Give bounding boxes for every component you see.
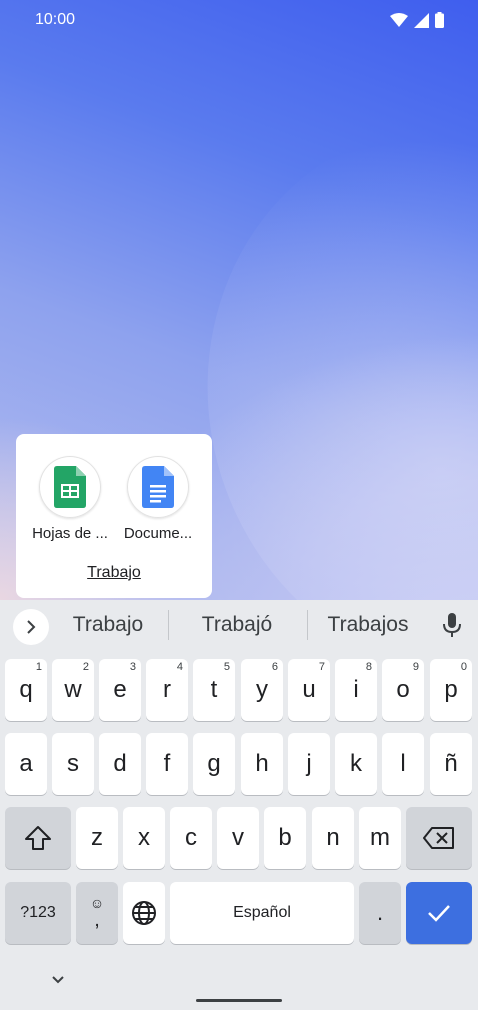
key-enye[interactable]: ñ <box>430 733 472 795</box>
checkmark-icon <box>428 905 450 922</box>
key-label: i <box>353 676 359 703</box>
cellular-signal-icon <box>414 12 429 28</box>
key-n[interactable]: n <box>312 807 354 869</box>
status-time: 10:00 <box>35 11 76 28</box>
key-s[interactable]: s <box>52 733 94 795</box>
key-label: w <box>64 676 82 703</box>
suggestion-2[interactable]: Trabajó <box>187 613 287 637</box>
key-d[interactable]: d <box>99 733 141 795</box>
chevron-right-icon <box>27 620 36 634</box>
key-o[interactable]: 9o <box>382 659 424 721</box>
key-label: o <box>396 676 410 703</box>
google-docs-icon <box>142 466 174 508</box>
key-a[interactable]: a <box>5 733 47 795</box>
backspace-key[interactable] <box>406 807 472 869</box>
folder-name-field[interactable]: Trabajo <box>16 564 212 582</box>
language-key[interactable] <box>123 882 165 944</box>
key-label: u <box>302 676 316 703</box>
expand-toolbar-button[interactable] <box>13 609 49 645</box>
key-hint: 0 <box>460 661 467 673</box>
emoji-icon: ☺ <box>89 895 105 911</box>
key-u[interactable]: 7u <box>288 659 330 721</box>
key-label: t <box>210 676 218 703</box>
key-r[interactable]: 4r <box>146 659 188 721</box>
period-key[interactable]: . <box>359 882 401 944</box>
emoji-comma-key[interactable]: ☺ , <box>76 882 118 944</box>
app-label-sheets: Hojas de ... <box>32 525 108 542</box>
key-hint: 3 <box>129 661 136 673</box>
key-c[interactable]: c <box>170 807 212 869</box>
voice-input-button[interactable] <box>441 612 463 643</box>
comma-label: , <box>94 909 100 931</box>
suggestion-3[interactable]: Trabajos <box>318 613 418 637</box>
key-l[interactable]: l <box>382 733 424 795</box>
key-v[interactable]: v <box>217 807 259 869</box>
app-google-sheets[interactable]: Hojas de ... <box>26 456 114 542</box>
suggestion-divider <box>307 610 308 640</box>
key-hint: 2 <box>82 661 89 673</box>
key-e[interactable]: 3e <box>99 659 141 721</box>
suggestion-bar: Trabajo Trabajó Trabajos <box>0 600 478 652</box>
key-hint: 9 <box>412 661 419 673</box>
globe-icon <box>132 901 156 925</box>
key-hint: 4 <box>176 661 183 673</box>
key-label: y <box>256 676 268 703</box>
key-i[interactable]: 8i <box>335 659 377 721</box>
key-g[interactable]: g <box>193 733 235 795</box>
suggestion-divider <box>168 610 169 640</box>
keyboard: Trabajo Trabajó Trabajos 1q 2w 3e 4r 5t … <box>0 600 478 1010</box>
microphone-icon <box>443 613 461 637</box>
key-w[interactable]: 2w <box>52 659 94 721</box>
symbols-key[interactable]: ?123 <box>5 882 71 944</box>
key-k[interactable]: k <box>335 733 377 795</box>
key-b[interactable]: b <box>264 807 306 869</box>
key-f[interactable]: f <box>146 733 188 795</box>
app-google-docs[interactable]: Docume... <box>114 456 202 542</box>
google-sheets-icon <box>54 466 86 508</box>
shift-icon <box>25 826 51 850</box>
backspace-icon <box>423 827 454 849</box>
key-x[interactable]: x <box>123 807 165 869</box>
key-m[interactable]: m <box>359 807 401 869</box>
key-hint: 7 <box>318 661 325 673</box>
chevron-down-icon <box>52 976 64 984</box>
space-key[interactable]: Español <box>170 882 354 944</box>
folder-popup: Hojas de ... Docume... Trabajo <box>16 434 212 598</box>
app-icon-circle <box>127 456 189 518</box>
shift-key[interactable] <box>5 807 71 869</box>
done-key[interactable] <box>406 882 472 944</box>
key-hint: 6 <box>271 661 278 673</box>
key-hint: 8 <box>365 661 372 673</box>
key-label: q <box>19 676 33 703</box>
key-hint: 5 <box>223 661 230 673</box>
app-label-docs: Docume... <box>123 525 193 542</box>
key-q[interactable]: 1q <box>5 659 47 721</box>
status-bar: 10:00 <box>0 0 478 40</box>
key-hint: 1 <box>35 661 42 673</box>
key-h[interactable]: h <box>241 733 283 795</box>
key-y[interactable]: 6y <box>241 659 283 721</box>
key-z[interactable]: z <box>76 807 118 869</box>
key-label: e <box>113 676 127 703</box>
hide-keyboard-button[interactable] <box>50 972 66 990</box>
key-label: r <box>163 676 171 703</box>
battery-icon <box>435 12 444 28</box>
status-icons <box>390 12 444 28</box>
key-t[interactable]: 5t <box>193 659 235 721</box>
key-p[interactable]: 0p <box>430 659 472 721</box>
suggestion-1[interactable]: Trabajo <box>58 613 158 637</box>
key-j[interactable]: j <box>288 733 330 795</box>
key-label: p <box>444 676 458 703</box>
gesture-nav-handle[interactable] <box>196 999 282 1002</box>
wifi-icon <box>390 13 408 27</box>
app-icon-circle <box>39 456 101 518</box>
